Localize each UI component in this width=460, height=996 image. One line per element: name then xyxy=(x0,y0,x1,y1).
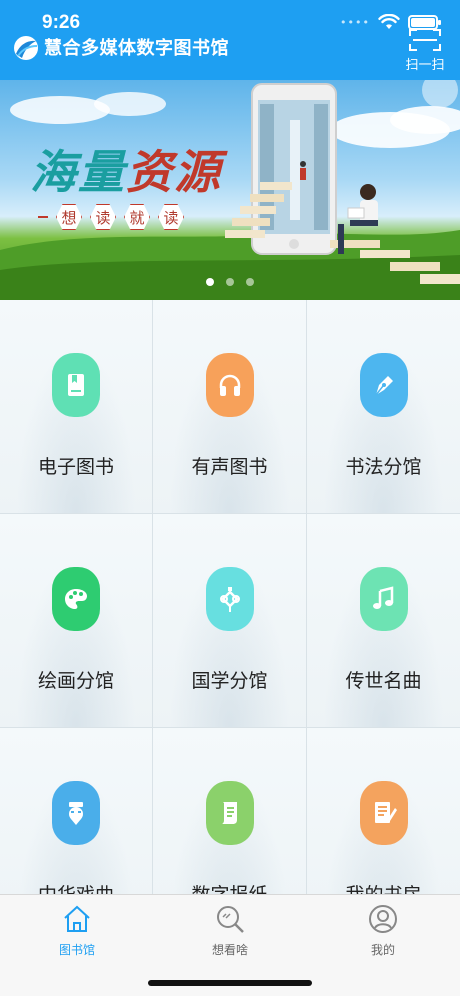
category-label: 电子图书 xyxy=(37,456,114,478)
banner-headline-part2: 资源 xyxy=(126,145,222,199)
slogan-char: 读 xyxy=(158,204,184,230)
category-sinology[interactable]: 国学分馆 xyxy=(153,514,307,728)
carousel-dot-2[interactable] xyxy=(226,278,234,286)
app-header: 9:26 •••• 慧合多媒体数字图书馆 扫一扫 xyxy=(0,0,460,80)
banner-headline: 海量资源 xyxy=(30,136,222,202)
palette-icon xyxy=(52,567,100,631)
home-indicator xyxy=(148,980,312,986)
slogan-char: 就 xyxy=(124,204,150,230)
book-icon xyxy=(52,353,100,417)
status-time: 9:26 xyxy=(42,12,81,33)
tab-discover[interactable]: 想看啥 xyxy=(180,903,280,958)
banner-headline-part1: 海量 xyxy=(30,145,126,199)
headphones-icon xyxy=(205,353,254,417)
carousel-dot-3[interactable] xyxy=(246,278,254,286)
category-my-study[interactable]: 我的书房 xyxy=(307,728,460,894)
category-painting[interactable]: 绘画分馆 xyxy=(0,514,153,728)
category-digital-newspaper[interactable]: 数字报纸 xyxy=(153,728,307,894)
slogan-dash xyxy=(38,216,48,218)
wifi-icon xyxy=(378,14,400,29)
category-calligraphy[interactable]: 书法分馆 xyxy=(307,300,460,514)
chinese-knot-icon xyxy=(205,567,254,631)
category-audiobooks[interactable]: 有声图书 xyxy=(153,300,307,514)
music-note-icon xyxy=(359,567,408,631)
category-label: 绘画分馆 xyxy=(37,670,114,692)
carousel-dots xyxy=(0,278,460,286)
category-ebooks[interactable]: 电子图书 xyxy=(0,300,153,514)
notes-icon xyxy=(359,781,408,845)
category-label: 书法分馆 xyxy=(345,456,422,478)
search-icon xyxy=(217,906,244,933)
banner-slogan: 想 读 就 读 xyxy=(38,204,184,230)
scan-button[interactable]: 扫一扫 xyxy=(400,28,450,73)
opera-mask-icon xyxy=(52,781,100,845)
tab-library[interactable]: 图书馆 xyxy=(27,903,127,958)
category-label: 中华戏曲 xyxy=(0,880,152,894)
category-label: 传世名曲 xyxy=(345,670,422,692)
signal-icon: •••• xyxy=(340,15,370,29)
category-label: 有声图书 xyxy=(191,456,268,478)
category-classic-music[interactable]: 传世名曲 xyxy=(307,514,460,728)
scan-label: 扫一扫 xyxy=(405,58,445,73)
category-label: 数字报纸 xyxy=(153,880,306,894)
tab-label: 想看啥 xyxy=(211,943,248,957)
category-label: 国学分馆 xyxy=(191,670,268,692)
category-chinese-opera[interactable]: 中华戏曲 xyxy=(0,728,153,894)
banner-carousel[interactable]: 海量资源 想 读 就 读 xyxy=(0,80,460,300)
pen-nib-icon xyxy=(359,353,408,417)
tab-label: 图书馆 xyxy=(58,943,95,957)
user-icon xyxy=(369,905,397,933)
tab-label: 我的 xyxy=(370,943,395,957)
newspaper-icon xyxy=(205,781,254,845)
scan-icon xyxy=(409,29,441,51)
carousel-dot-1[interactable] xyxy=(206,278,214,286)
home-icon xyxy=(64,905,90,932)
app-title: 慧合多媒体数字图书馆 xyxy=(44,38,229,59)
slogan-char: 读 xyxy=(90,204,116,230)
logo-icon xyxy=(14,36,38,60)
tab-profile[interactable]: 我的 xyxy=(333,903,433,958)
category-label: 我的书房 xyxy=(307,880,460,894)
slogan-char: 想 xyxy=(56,204,82,230)
category-grid: 电子图书 有声图书 书法分馆 绘画分馆 国学分馆 传世名曲 xyxy=(0,300,460,894)
